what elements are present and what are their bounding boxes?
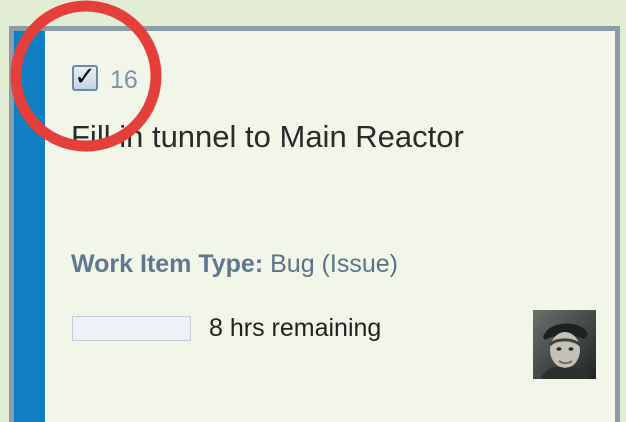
avatar-icon <box>533 310 596 379</box>
work-item-id[interactable]: 16 <box>110 65 138 95</box>
work-item-type-value: Bug (Issue) <box>270 250 398 278</box>
completed-checkbox[interactable]: ✓ <box>72 64 98 91</box>
remaining-work-text: 8 hrs remaining <box>209 314 382 342</box>
work-item-type-row: Work Item Type: Bug (Issue) <box>71 248 398 280</box>
work-item-type-label: Work Item Type: <box>71 250 264 278</box>
card-accent-bar <box>14 31 45 422</box>
remaining-work-progress-bar <box>72 316 191 341</box>
assigned-user-avatar[interactable] <box>533 310 596 379</box>
work-item-title[interactable]: Fill in tunnel to Main Reactor <box>71 118 464 156</box>
work-item-card[interactable]: ✓ 16 Fill in tunnel to Main Reactor Work… <box>9 26 620 422</box>
